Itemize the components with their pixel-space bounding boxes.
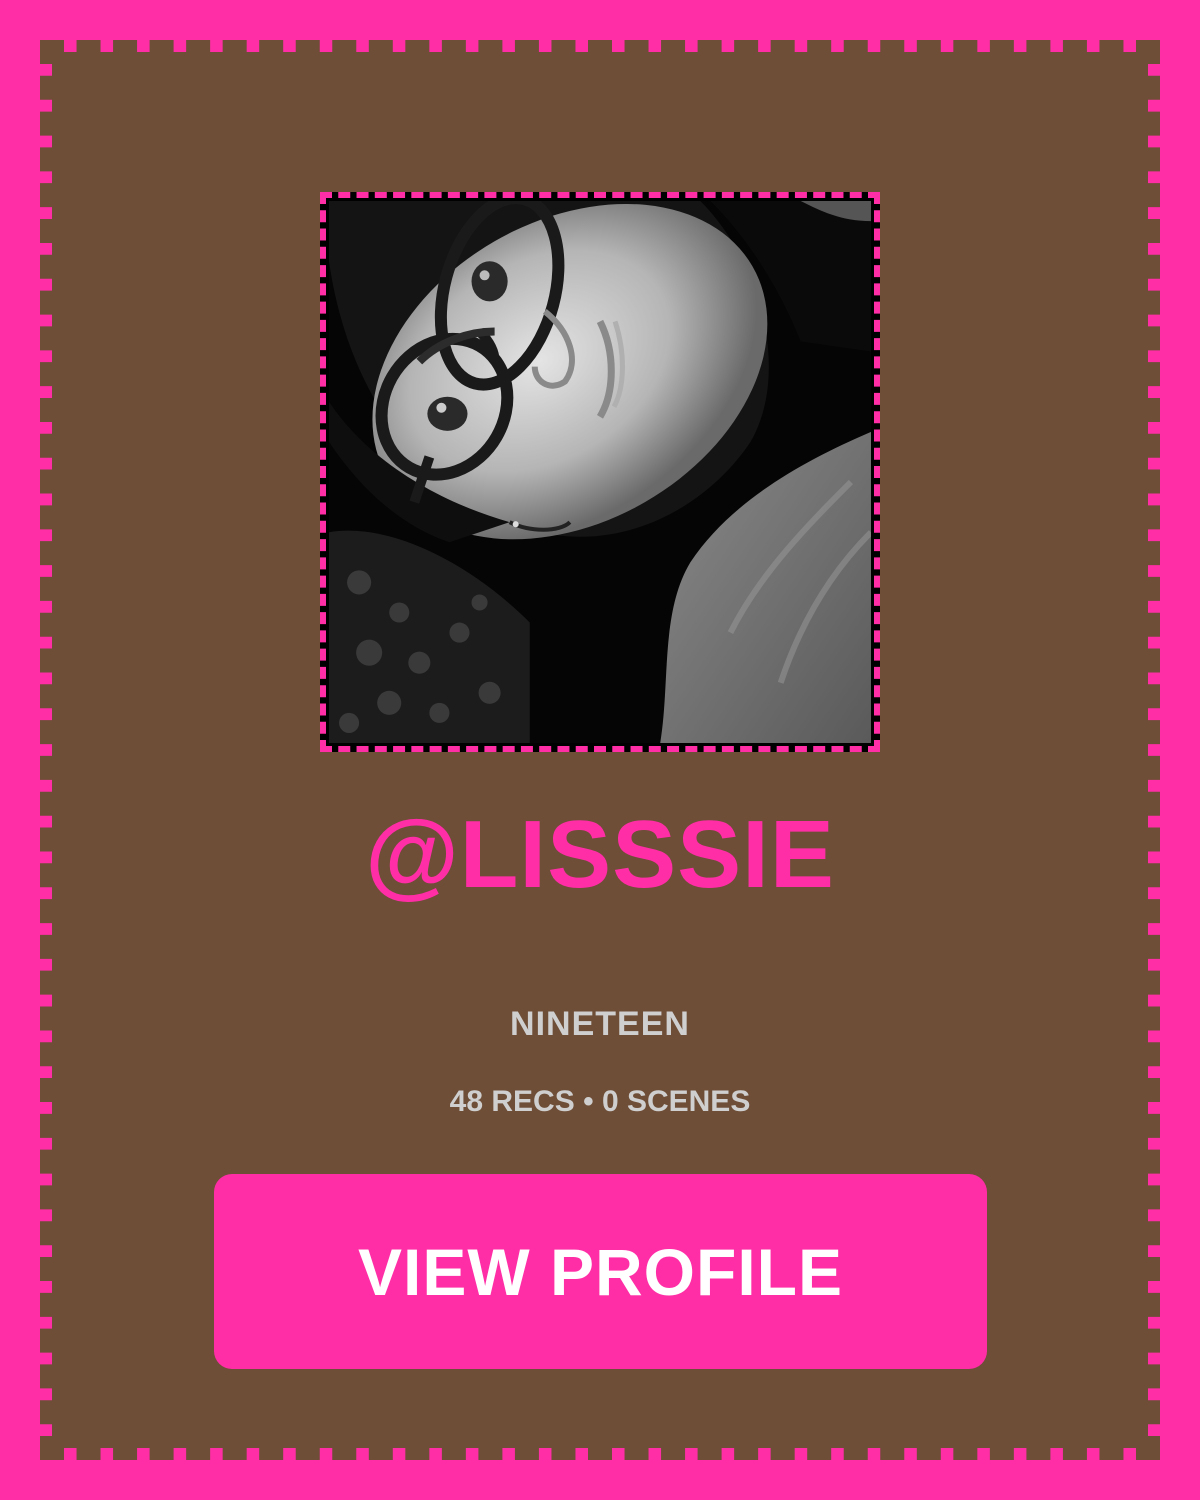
- avatar: [329, 201, 871, 743]
- stats-separator: •: [583, 1085, 594, 1118]
- scenes-count: 0 SCENES: [601, 1085, 751, 1118]
- profile-stats: 48 RECS • 0 SCENES: [0, 1083, 1200, 1121]
- view-profile-button[interactable]: VIEW PROFILE: [214, 1174, 987, 1369]
- username: @LISSSIE: [365, 801, 835, 908]
- avatar-frame: [320, 192, 880, 752]
- bio-text: NINETEEN: [510, 1005, 690, 1043]
- recs-count: 48 RECS: [449, 1085, 575, 1118]
